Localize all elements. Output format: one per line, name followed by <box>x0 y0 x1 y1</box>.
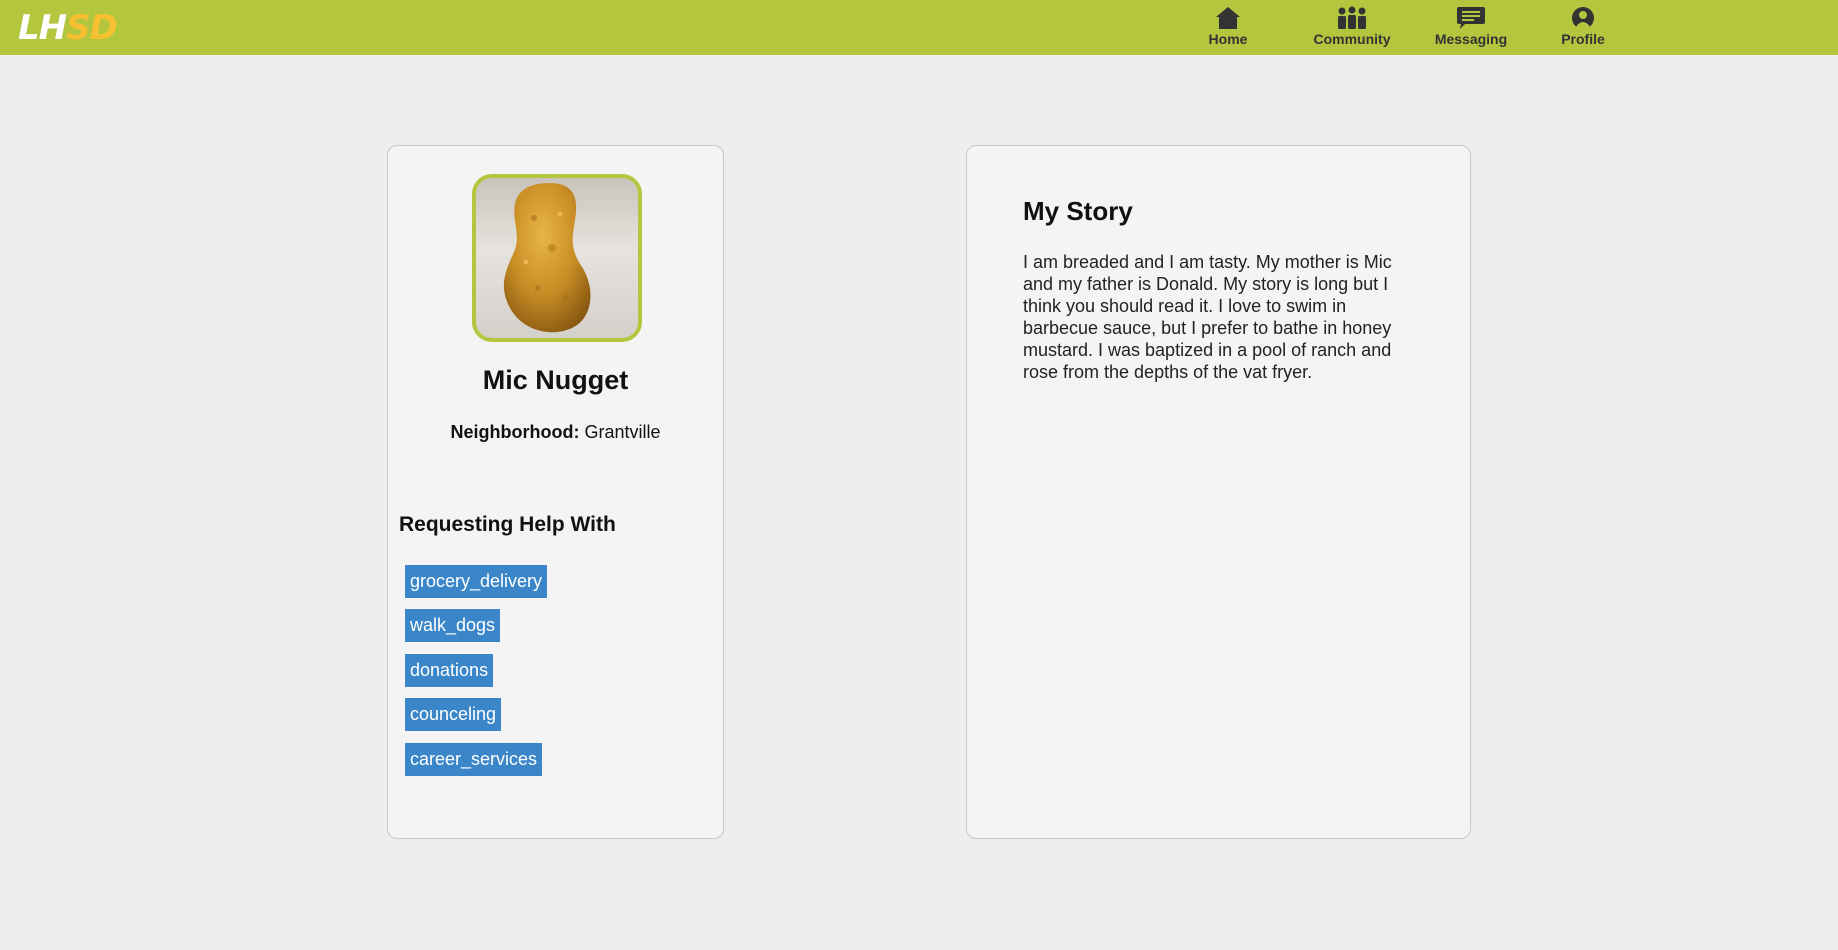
avatar <box>472 174 642 342</box>
community-icon <box>1338 6 1366 29</box>
help-tag[interactable]: grocery_delivery <box>405 565 548 598</box>
profile-card: Mic Nugget Neighborhood: Grantville Requ… <box>387 145 724 839</box>
story-text: I am breaded and I am tasty. My mother i… <box>1023 252 1392 382</box>
neighborhood-label: Neighborhood: <box>450 422 580 442</box>
nav-community-label: Community <box>1313 31 1391 47</box>
help-tag[interactable]: career_services <box>405 743 543 776</box>
nav-messaging-label: Messaging <box>1434 31 1508 47</box>
nav-messaging[interactable]: Messaging <box>1431 0 1511 55</box>
nav-profile[interactable]: Profile <box>1553 0 1613 55</box>
home-icon <box>1216 7 1240 29</box>
neighborhood-line: Neighborhood: Grantville <box>388 422 723 443</box>
messaging-icon <box>1457 7 1485 29</box>
story-heading: My Story <box>1023 196 1133 226</box>
nav-home[interactable]: Home <box>1198 0 1258 55</box>
nav-community[interactable]: Community <box>1312 0 1392 55</box>
help-tag[interactable]: donations <box>405 654 494 687</box>
help-heading: Requesting Help With <box>399 513 616 536</box>
profile-icon <box>1572 7 1594 29</box>
top-navigation-bar: LHSD Home Community Messaging Profile <box>0 0 1838 55</box>
nugget-image <box>503 183 591 333</box>
neighborhood-value: Grantville <box>584 422 661 442</box>
story-card: My Story I am breaded and I am tasty. My… <box>966 145 1471 839</box>
profile-name: Mic Nugget <box>482 365 629 395</box>
help-tag[interactable]: counceling <box>405 698 502 731</box>
lhsd-logo[interactable]: LHSD <box>18 8 118 48</box>
nav-home-label: Home <box>1208 31 1248 47</box>
help-tag[interactable]: walk_dogs <box>405 609 501 642</box>
nav-profile-label: Profile <box>1561 31 1605 47</box>
